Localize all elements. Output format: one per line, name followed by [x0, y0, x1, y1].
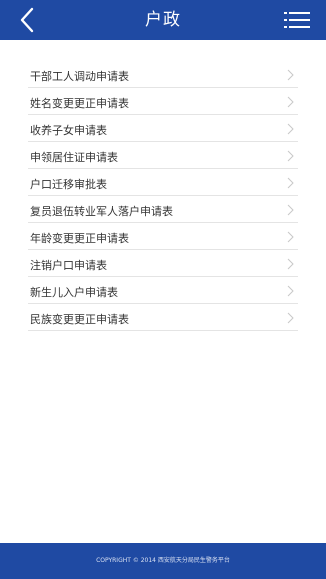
- chevron-right-icon: [287, 231, 294, 243]
- list-item[interactable]: 新生儿入户申请表: [28, 277, 298, 304]
- chevron-right-icon: [287, 177, 294, 189]
- list-item-label: 干部工人调动申请表: [30, 70, 129, 83]
- form-list: 干部工人调动申请表 姓名变更更正申请表 收养子女申请表 申领居住证申请表 户口迁…: [28, 61, 298, 331]
- list-item[interactable]: 注销户口申请表: [28, 250, 298, 277]
- chevron-right-icon: [287, 96, 294, 108]
- chevron-right-icon: [287, 312, 294, 324]
- list-item-label: 复员退伍转业军人落户申请表: [30, 205, 173, 218]
- chevron-right-icon: [287, 69, 294, 81]
- list-item-label: 申领居住证申请表: [30, 151, 118, 164]
- list-item[interactable]: 民族变更更正申请表: [28, 304, 298, 331]
- page: 户政 干部工人调动申请表 姓名变更更正申请表 收养子女申请表 申领居住证申请表 …: [0, 0, 326, 579]
- list-item[interactable]: 干部工人调动申请表: [28, 61, 298, 88]
- list-item-label: 户口迁移审批表: [30, 178, 107, 191]
- list-item-label: 姓名变更更正申请表: [30, 97, 129, 110]
- app-footer: COPYRIGHT © 2014 西安航天分局民生警务平台: [0, 543, 326, 579]
- page-title: 户政: [145, 10, 181, 30]
- menu-button[interactable]: [284, 8, 310, 32]
- list-item-label: 注销户口申请表: [30, 259, 107, 272]
- list-item[interactable]: 户口迁移审批表: [28, 169, 298, 196]
- menu-icon: [284, 12, 310, 28]
- list-item[interactable]: 姓名变更更正申请表: [28, 88, 298, 115]
- chevron-right-icon: [287, 150, 294, 162]
- list-item-label: 民族变更更正申请表: [30, 313, 129, 326]
- list-item[interactable]: 复员退伍转业军人落户申请表: [28, 196, 298, 223]
- list-item-label: 收养子女申请表: [30, 124, 107, 137]
- list-item[interactable]: 收养子女申请表: [28, 115, 298, 142]
- chevron-right-icon: [287, 123, 294, 135]
- list-item[interactable]: 申领居住证申请表: [28, 142, 298, 169]
- chevron-right-icon: [287, 285, 294, 297]
- list-item-label: 年龄变更更正申请表: [30, 232, 129, 245]
- copyright-text: COPYRIGHT © 2014 西安航天分局民生警务平台: [96, 557, 230, 564]
- app-header: 户政: [0, 0, 326, 40]
- list-item[interactable]: 年龄变更更正申请表: [28, 223, 298, 250]
- chevron-right-icon: [287, 258, 294, 270]
- chevron-right-icon: [287, 204, 294, 216]
- list-item-label: 新生儿入户申请表: [30, 286, 118, 299]
